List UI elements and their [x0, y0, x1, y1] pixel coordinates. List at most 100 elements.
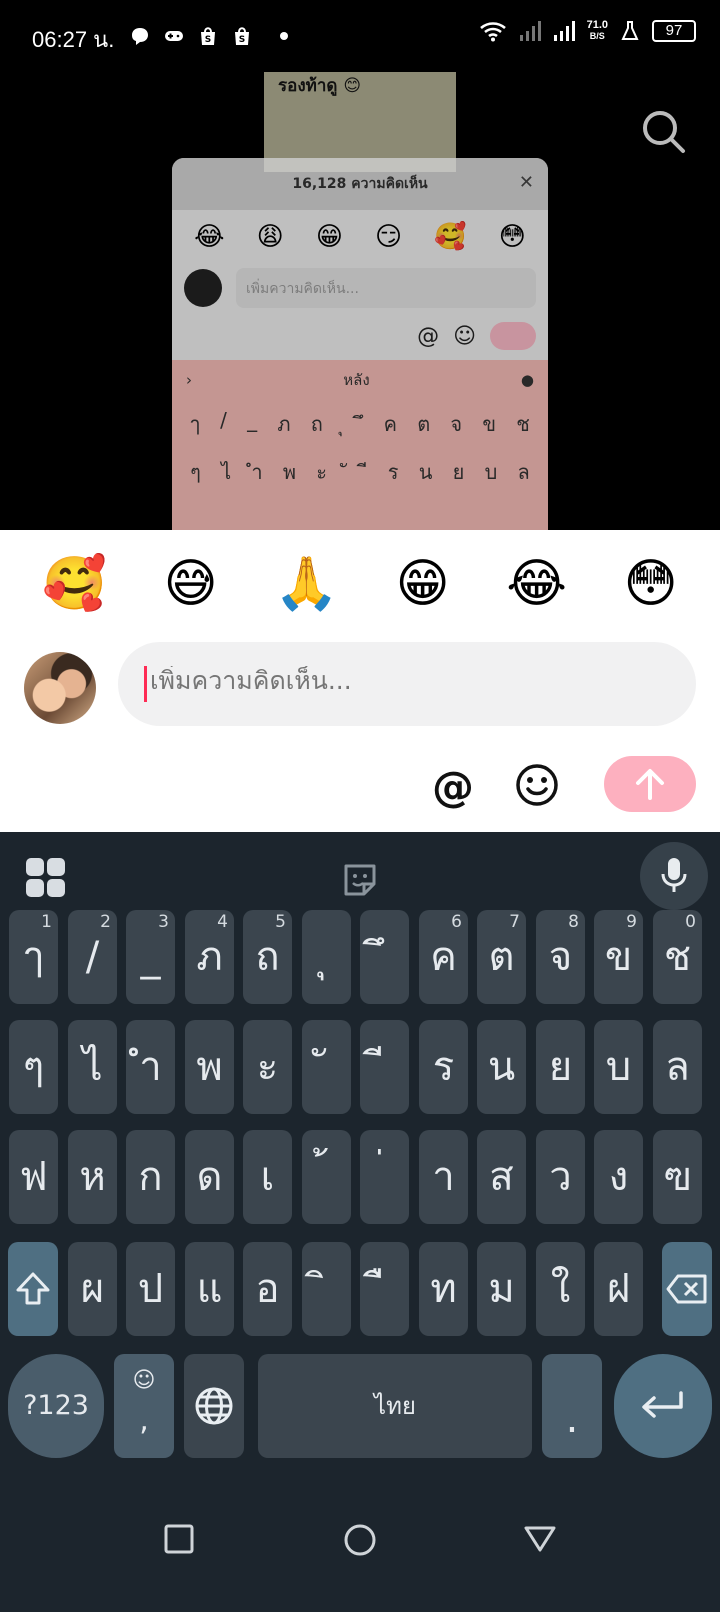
speed-unit: B/S — [589, 31, 605, 41]
emoji-folded-hands[interactable]: 🙏 — [274, 552, 339, 616]
video-background[interactable]: รองท้าดู 😊 16,128 ความคิดเห็น ✕ 😂 😩 😁 😏 … — [0, 72, 720, 530]
language-key[interactable] — [184, 1354, 244, 1458]
key[interactable]: ฃ — [653, 1130, 702, 1224]
key[interactable]: ว — [536, 1130, 585, 1224]
key[interactable]: จ8 — [536, 910, 585, 1004]
key[interactable]: ห — [68, 1130, 117, 1224]
sticker-icon[interactable] — [340, 860, 380, 900]
key-label: ร — [432, 1044, 455, 1090]
key[interactable]: ุ — [302, 910, 351, 1004]
mini-key: น — [418, 460, 433, 484]
enter-key[interactable] — [614, 1354, 712, 1458]
send-button[interactable] — [604, 756, 696, 812]
mini-key: พ — [282, 460, 297, 484]
shift-key[interactable] — [8, 1242, 58, 1336]
emoji-comma-key[interactable]: ☺ , — [114, 1354, 174, 1458]
key[interactable]: ก — [126, 1130, 175, 1224]
key[interactable]: ง — [594, 1130, 643, 1224]
key[interactable]: ่ — [360, 1130, 409, 1224]
key-number-hint: 1 — [41, 912, 52, 932]
key[interactable]: ไ — [68, 1020, 117, 1114]
key[interactable]: พ — [185, 1020, 234, 1114]
backspace-key[interactable] — [662, 1242, 712, 1336]
emoji-picker-icon[interactable] — [514, 762, 560, 808]
mention-button[interactable]: @ — [432, 762, 474, 812]
key[interactable]: น — [477, 1020, 526, 1114]
key[interactable]: ส — [477, 1130, 526, 1224]
key[interactable]: ย — [536, 1020, 585, 1114]
key[interactable]: ป — [126, 1242, 175, 1336]
key[interactable]: ะ — [243, 1020, 292, 1114]
space-key[interactable]: ไทย — [258, 1354, 532, 1458]
emoji-sweat-smile[interactable]: 😅 — [164, 552, 218, 616]
key[interactable]: ี — [360, 1020, 409, 1114]
emoji-grin[interactable]: 😁 — [395, 552, 449, 616]
recents-icon[interactable] — [162, 1522, 196, 1556]
key[interactable]: ม — [477, 1242, 526, 1336]
back-icon[interactable] — [522, 1522, 558, 1556]
mini-key: จ — [450, 412, 463, 436]
key-label: ภ — [196, 934, 223, 980]
key[interactable]: า — [419, 1130, 468, 1224]
key[interactable]: ำ — [126, 1020, 175, 1114]
key[interactable]: แ — [185, 1242, 234, 1336]
comment-input[interactable] — [150, 666, 650, 695]
key[interactable]: ิ — [302, 1242, 351, 1336]
key[interactable]: ้ — [302, 1130, 351, 1224]
mini-emoji: 😁 — [315, 222, 343, 252]
key[interactable]: _ 3 — [126, 910, 175, 1004]
key[interactable]: ช0 — [653, 910, 702, 1004]
key-label: ไ — [82, 1044, 103, 1090]
search-icon[interactable] — [640, 108, 688, 156]
key-label: ม — [488, 1266, 515, 1312]
key-label: อ — [255, 1266, 280, 1312]
voice-input-button[interactable] — [640, 842, 708, 910]
key-number-hint: 3 — [158, 912, 169, 932]
key[interactable]: ฟ — [9, 1130, 58, 1224]
key-number-hint: 8 — [568, 912, 579, 932]
key[interactable]: ท — [419, 1242, 468, 1336]
key-label: พ — [196, 1044, 223, 1090]
key[interactable]: ค6 — [419, 910, 468, 1004]
comment-input-wrapper[interactable] — [118, 642, 696, 726]
microphone-icon — [661, 858, 687, 892]
key[interactable]: ฝ — [594, 1242, 643, 1336]
key[interactable]: ต7 — [477, 910, 526, 1004]
home-icon[interactable] — [342, 1522, 378, 1558]
emoji-joy[interactable]: 😂 — [506, 552, 567, 616]
shift-icon — [16, 1272, 50, 1305]
mini-key: ช — [516, 412, 530, 436]
key[interactable]: ๅ1 — [9, 910, 58, 1004]
system-nav-bar — [0, 1478, 720, 1612]
key[interactable]: เ — [243, 1130, 292, 1224]
key[interactable]: /2 — [68, 910, 117, 1004]
key[interactable]: ภ4 — [185, 910, 234, 1004]
key[interactable]: บ — [594, 1020, 643, 1114]
key[interactable]: ถ5 — [243, 910, 292, 1004]
key-label: ว — [549, 1154, 572, 1200]
key[interactable]: ใ — [536, 1242, 585, 1336]
key-label: ง — [608, 1154, 629, 1200]
key[interactable]: อ — [243, 1242, 292, 1336]
key-number-hint: 4 — [217, 912, 228, 932]
key[interactable]: ร — [419, 1020, 468, 1114]
key[interactable]: ๆ — [9, 1020, 58, 1114]
period-key[interactable]: . — [542, 1354, 602, 1458]
clock: 06:27 น. — [32, 27, 115, 52]
key-label: ย — [548, 1044, 573, 1090]
mini-key: ๅ — [190, 412, 200, 436]
mini-keyboard: › หลัง ● ๅ / _ ภ ถ ุ ึ ค ต จ ข ช ๆ ไ — [172, 360, 548, 530]
symbols-key[interactable]: ?123 — [8, 1354, 104, 1458]
key[interactable]: ด — [185, 1130, 234, 1224]
key[interactable]: ผ — [68, 1242, 117, 1336]
key[interactable]: ั — [302, 1020, 351, 1114]
emoji-smiling-hearts[interactable]: 🥰 — [42, 552, 107, 616]
wifi-icon — [479, 22, 506, 42]
key[interactable]: ึ — [360, 910, 409, 1004]
emoji-flushed[interactable]: 😳 — [623, 552, 677, 616]
key[interactable]: ข9 — [594, 910, 643, 1004]
apps-grid-icon[interactable] — [26, 858, 66, 898]
mini-suggestion-bar: › หลัง ● — [180, 368, 540, 400]
key[interactable]: ล — [653, 1020, 702, 1114]
key[interactable]: ื — [360, 1242, 409, 1336]
